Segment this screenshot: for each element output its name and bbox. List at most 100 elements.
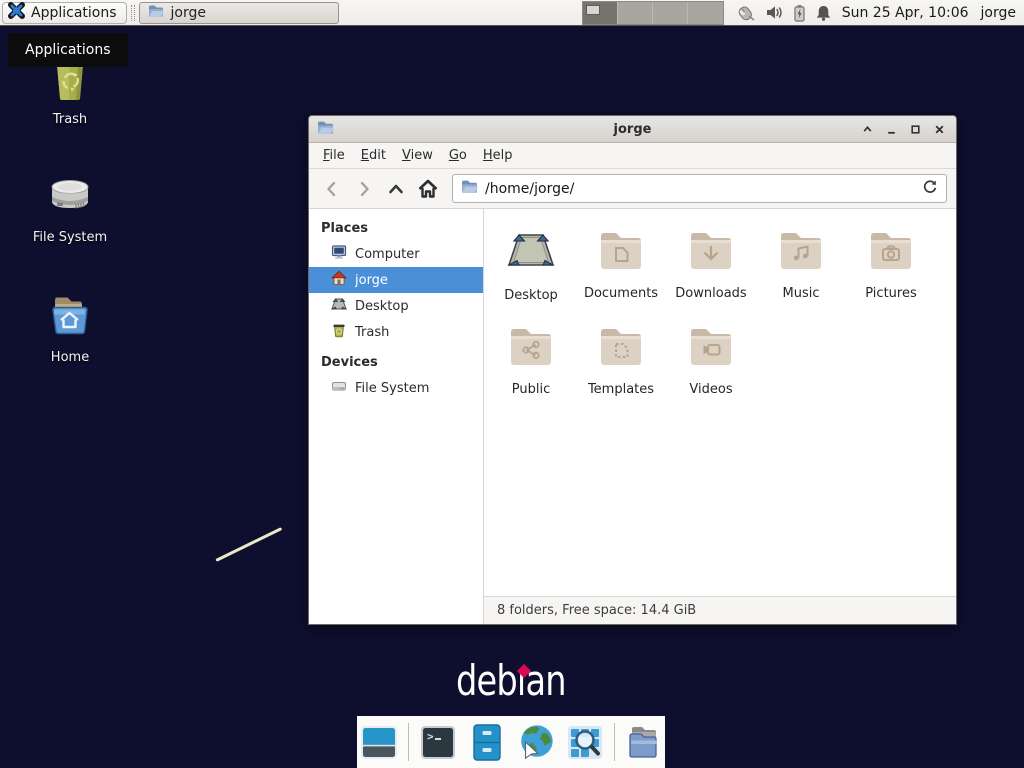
sidebar-item-label: Trash [355, 325, 389, 340]
file-item-label: Videos [689, 382, 732, 397]
menu-help[interactable]: Help [475, 144, 521, 167]
window-controls [858, 120, 948, 138]
shade-button[interactable] [858, 120, 876, 138]
file-item-label: Public [512, 382, 550, 397]
panel-clock[interactable]: Sun 25 Apr, 10:06 [842, 5, 969, 21]
debian-logo-text: debian [456, 660, 566, 702]
dock-separator [408, 723, 409, 761]
path-folder-icon [461, 179, 478, 198]
panel-user-menu[interactable]: jorge [981, 5, 1016, 21]
directory-menu-icon[interactable] [624, 722, 664, 762]
file-item-desktop[interactable]: Desktop [487, 227, 575, 323]
applications-menu-button[interactable]: Applications [2, 2, 127, 24]
sidebar-item-trash[interactable]: Trash [309, 319, 483, 345]
reload-icon[interactable] [922, 179, 938, 199]
workspace-4[interactable] [688, 2, 723, 24]
terminal-icon[interactable]: > [418, 722, 458, 762]
workspace-1[interactable] [583, 2, 618, 24]
file-item-templates[interactable]: Templates [577, 323, 665, 419]
sidebar-item-label: jorge [355, 273, 388, 288]
sidebar-item-label: Desktop [355, 299, 409, 314]
file-item-label: Music [783, 286, 820, 301]
sidebar-item-computer[interactable]: Computer [309, 241, 483, 267]
pictures-folder-icon [867, 227, 915, 277]
desktop-folder-icon [505, 227, 557, 279]
sidebar: Places Computer [309, 209, 484, 624]
sidebar-item-jorge[interactable]: jorge [309, 267, 483, 293]
volume-icon[interactable] [765, 4, 784, 21]
workspace-window-preview [586, 5, 600, 15]
sidebar-item-label: File System [355, 381, 429, 396]
sidebar-item-file-system[interactable]: File System [309, 375, 483, 401]
file-item-label: Templates [588, 382, 654, 397]
web-browser-icon[interactable] [516, 722, 556, 762]
computer-icon [331, 244, 347, 264]
menu-go[interactable]: Go [441, 144, 475, 167]
sidebar-places-header: Places [309, 217, 483, 241]
forward-button[interactable] [350, 175, 378, 203]
file-item-label: Pictures [865, 286, 916, 301]
file-item-downloads[interactable]: Downloads [667, 227, 755, 323]
file-item-label: Desktop [504, 288, 558, 303]
documents-folder-icon [597, 227, 645, 277]
window-titlebar[interactable]: jorge [309, 116, 956, 143]
public-folder-icon [507, 323, 555, 373]
applications-menu-label: Applications [31, 5, 117, 21]
desktop: Applications jorge [0, 0, 1024, 768]
drive-small-icon [331, 378, 347, 398]
desktop-icon-home[interactable]: Home [20, 290, 120, 365]
applications-tooltip: Applications [8, 33, 128, 67]
file-grid: Desktop Documents [484, 209, 956, 596]
file-item-label: Downloads [675, 286, 746, 301]
sidebar-devices-header: Devices [309, 351, 483, 375]
file-manager-icon[interactable] [467, 722, 507, 762]
notification-bell-icon[interactable] [815, 4, 832, 22]
file-item-public[interactable]: Public [487, 323, 575, 419]
desktop-icon-label: Trash [53, 112, 87, 127]
minimize-button[interactable] [882, 120, 900, 138]
file-item-label: Documents [584, 286, 658, 301]
home-folder-icon [45, 290, 95, 344]
xfce-logo-icon [8, 2, 25, 23]
panel-separator-handle [131, 5, 135, 21]
menubar: File Edit View Go Help [309, 143, 956, 169]
close-button[interactable] [930, 120, 948, 138]
dock: > [357, 716, 665, 768]
menu-file[interactable]: File [315, 144, 353, 167]
taskbar-window-label: jorge [171, 5, 206, 21]
workspace-switcher [582, 1, 724, 25]
debian-logo: debian [456, 660, 593, 702]
maximize-button[interactable] [906, 120, 924, 138]
toolbar: /home/jorge/ [309, 169, 956, 209]
menu-view[interactable]: View [394, 144, 441, 167]
mouse-icon[interactable] [734, 3, 756, 22]
sidebar-item-label: Computer [355, 247, 420, 262]
back-button[interactable] [318, 175, 346, 203]
sidebar-item-desktop[interactable]: Desktop [309, 293, 483, 319]
file-item-videos[interactable]: Videos [667, 323, 755, 419]
up-button[interactable] [382, 175, 410, 203]
show-desktop-icon[interactable] [359, 722, 399, 762]
home-icon [331, 270, 347, 290]
path-bar[interactable]: /home/jorge/ [452, 174, 947, 203]
taskbar-window-button[interactable]: jorge [139, 2, 339, 24]
videos-folder-icon [687, 323, 735, 373]
taskbar-folder-icon [148, 4, 164, 22]
home-button[interactable] [414, 175, 442, 203]
desktop-surface-icon [331, 296, 347, 316]
file-item-music[interactable]: Music [757, 227, 845, 323]
path-text[interactable]: /home/jorge/ [485, 181, 915, 197]
application-finder-icon[interactable] [565, 722, 605, 762]
file-item-pictures[interactable]: Pictures [847, 227, 935, 323]
downloads-folder-icon [687, 227, 735, 277]
battery-icon[interactable] [793, 4, 806, 22]
desktop-icon-label: File System [33, 230, 107, 245]
workspace-2[interactable] [618, 2, 653, 24]
file-manager-window: jorge File Edit View Go Help [308, 115, 957, 625]
workspace-3[interactable] [653, 2, 688, 24]
main-pane: Desktop Documents [484, 209, 956, 624]
file-item-documents[interactable]: Documents [577, 227, 665, 323]
desktop-icon-file-system[interactable]: File System [20, 170, 120, 245]
svg-text:>: > [427, 730, 434, 743]
menu-edit[interactable]: Edit [353, 144, 394, 167]
